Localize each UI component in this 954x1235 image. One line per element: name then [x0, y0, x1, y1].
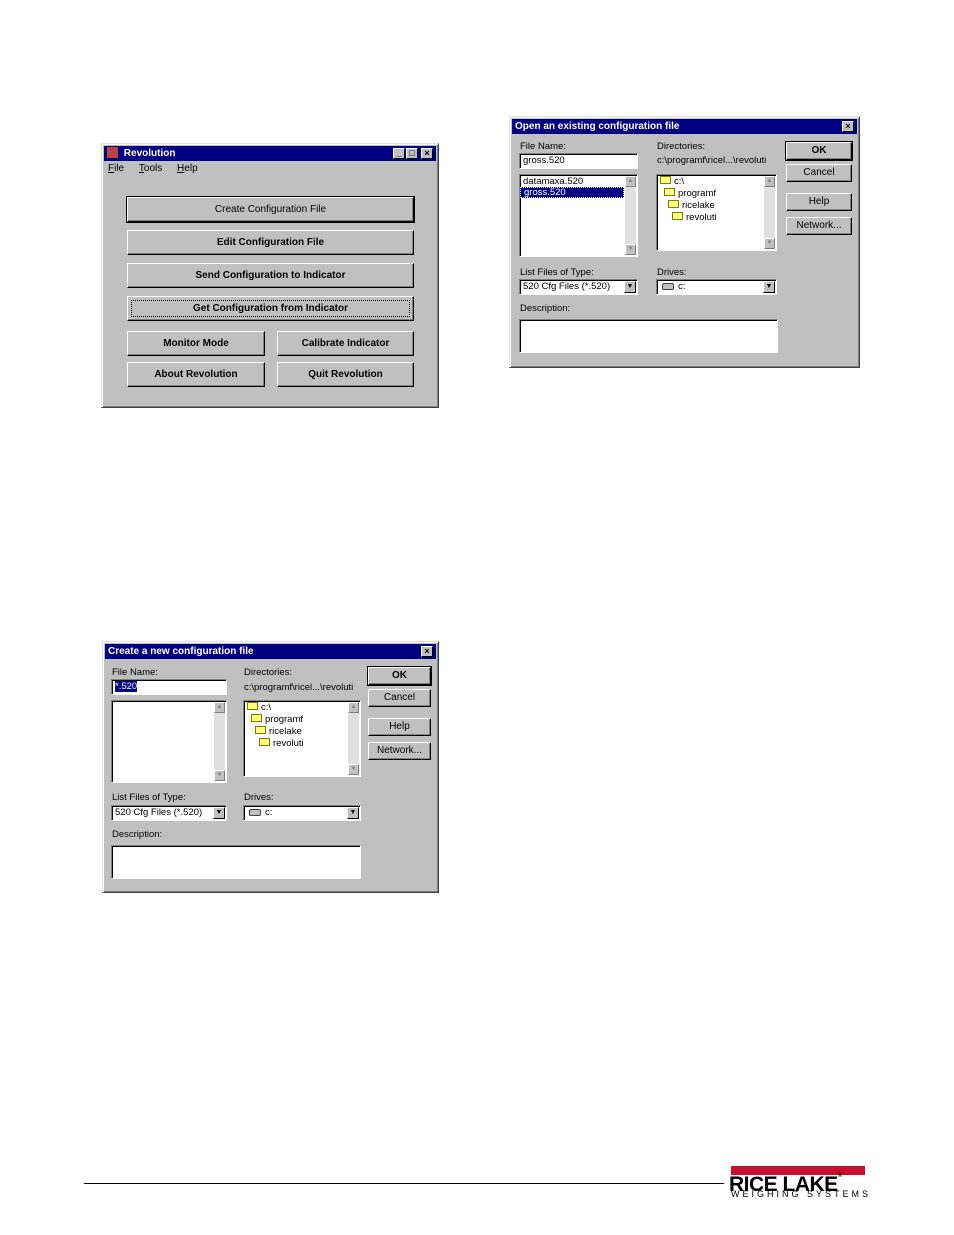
directory-tree[interactable]: c:\ programf ricelake revoluti ▲ ▼	[656, 174, 777, 251]
edit-config-button[interactable]: Edit Configuration File	[127, 230, 414, 255]
ok-button[interactable]: OK	[785, 141, 853, 161]
scroll-down-icon[interactable]: ▼	[764, 238, 775, 249]
file-name-input[interactable]: gross.520	[519, 153, 638, 169]
description-field[interactable]	[111, 845, 361, 879]
drives-label: Drives:	[244, 792, 274, 803]
file-name-label: File Name:	[112, 667, 158, 678]
file-name-label: File Name:	[520, 141, 566, 152]
drives-label: Drives:	[657, 267, 687, 278]
dir-item[interactable]: c:\	[660, 176, 776, 188]
calibrate-indicator-button[interactable]: Calibrate Indicator	[277, 331, 414, 356]
dir-item[interactable]: programf	[660, 188, 776, 200]
drive-icon	[662, 282, 674, 290]
file-list[interactable]: datamaxa.520 gross.520 ▲ ▼	[519, 174, 638, 257]
directories-label: Directories:	[657, 141, 706, 152]
dir-item[interactable]: programf	[247, 714, 360, 726]
list-item[interactable]: datamaxa.520	[520, 176, 637, 187]
minimize-icon[interactable]: _	[393, 148, 405, 159]
directory-scrollbar[interactable]: ▲ ▼	[348, 702, 359, 775]
dialog-title-bar[interactable]: Create a new configuration file ×	[105, 644, 436, 659]
drive-select[interactable]: c: ▼	[656, 279, 777, 295]
create-config-button[interactable]: Create Configuration File	[126, 196, 415, 223]
network-button[interactable]: Network...	[368, 742, 431, 760]
get-config-button[interactable]: Get Configuration from Indicator	[127, 296, 414, 321]
open-folder-icon	[251, 714, 262, 723]
file-list[interactable]: ▲ ▼	[111, 700, 227, 783]
monitor-mode-button[interactable]: Monitor Mode	[127, 331, 265, 356]
directories-label: Directories:	[244, 667, 293, 678]
file-type-select[interactable]: 520 Cfg Files (*.520) ▼	[111, 805, 227, 821]
file-list-scrollbar[interactable]: ▲ ▼	[625, 176, 636, 255]
scroll-down-icon[interactable]: ▼	[348, 764, 359, 775]
list-type-label: List Files of Type:	[520, 267, 594, 278]
list-type-label: List Files of Type:	[112, 792, 186, 803]
close-icon[interactable]: ×	[842, 121, 854, 132]
dialog-title-bar[interactable]: Open an existing configuration file ×	[512, 119, 857, 134]
drive-icon	[249, 808, 261, 816]
dropdown-arrow-icon[interactable]: ▼	[347, 807, 359, 819]
dir-item[interactable]: ricelake	[247, 726, 360, 738]
new-config-dialog: Create a new configuration file × File N…	[102, 641, 439, 893]
dir-item[interactable]: revoluti	[660, 212, 776, 224]
menu-help[interactable]: Help	[177, 163, 198, 174]
menu-tools[interactable]: Tools	[139, 163, 162, 174]
drive-select[interactable]: c: ▼	[243, 805, 361, 821]
open-folder-icon	[247, 702, 258, 711]
footer-rule	[84, 1183, 724, 1184]
dropdown-arrow-icon[interactable]: ▼	[213, 807, 225, 819]
open-folder-icon	[255, 726, 266, 735]
about-revolution-button[interactable]: About Revolution	[127, 362, 265, 387]
dir-item[interactable]: revoluti	[247, 738, 360, 750]
help-button[interactable]: Help	[786, 193, 852, 211]
list-item-selected[interactable]: gross.520	[520, 187, 624, 198]
file-list-scrollbar[interactable]: ▲ ▼	[214, 702, 225, 781]
scroll-up-icon[interactable]: ▲	[625, 176, 636, 187]
scroll-down-icon[interactable]: ▼	[625, 244, 636, 255]
open-folder-icon	[259, 738, 270, 747]
directory-scrollbar[interactable]: ▲ ▼	[764, 176, 775, 249]
menu-bar: File Tools Help	[106, 162, 208, 175]
open-folder-icon	[672, 212, 683, 221]
directory-path: c:\programf\ricel...\revoluti	[657, 155, 767, 166]
directory-tree[interactable]: c:\ programf ricelake revoluti ▲ ▼	[243, 700, 361, 777]
dialog-title: Open an existing configuration file	[515, 121, 680, 132]
open-folder-icon	[660, 176, 671, 185]
dialog-title: Create a new configuration file	[108, 646, 254, 657]
maximize-icon[interactable]: □	[406, 148, 418, 159]
app-icon	[107, 146, 118, 158]
description-label: Description:	[112, 829, 163, 840]
dropdown-arrow-icon[interactable]: ▼	[624, 281, 636, 293]
help-button[interactable]: Help	[368, 718, 431, 736]
scroll-down-icon[interactable]: ▼	[214, 770, 225, 781]
revolution-window: Revolution _ □ × File Tools Help Create …	[101, 143, 439, 408]
directory-path: c:\programf\ricel...\revoluti	[244, 682, 354, 693]
open-folder-icon	[664, 188, 675, 197]
dir-item[interactable]: ricelake	[660, 200, 776, 212]
scroll-up-icon[interactable]: ▲	[764, 176, 775, 187]
network-button[interactable]: Network...	[786, 217, 852, 235]
dropdown-arrow-icon[interactable]: ▼	[763, 281, 775, 293]
title-bar[interactable]: Revolution _ □ ×	[104, 146, 436, 161]
open-folder-icon	[668, 200, 679, 209]
description-label: Description:	[520, 303, 571, 314]
send-config-button[interactable]: Send Configuration to Indicator	[127, 263, 414, 288]
cancel-button[interactable]: Cancel	[368, 689, 431, 707]
cancel-button[interactable]: Cancel	[786, 164, 852, 182]
scroll-up-icon[interactable]: ▲	[348, 702, 359, 713]
description-field[interactable]	[519, 319, 778, 353]
menu-file[interactable]: File	[108, 163, 124, 174]
close-icon[interactable]: ×	[421, 148, 433, 159]
open-config-dialog: Open an existing configuration file × Fi…	[509, 116, 860, 368]
file-name-input[interactable]: *.520	[111, 679, 227, 695]
quit-revolution-button[interactable]: Quit Revolution	[277, 362, 414, 387]
file-type-select[interactable]: 520 Cfg Files (*.520) ▼	[519, 279, 638, 295]
ok-button[interactable]: OK	[367, 666, 432, 686]
close-icon[interactable]: ×	[421, 646, 433, 657]
dir-item[interactable]: c:\	[247, 702, 360, 714]
window-title: Revolution	[123, 148, 176, 159]
scroll-up-icon[interactable]: ▲	[214, 702, 225, 713]
company-tagline: WEIGHING SYSTEMS	[731, 1189, 872, 1199]
